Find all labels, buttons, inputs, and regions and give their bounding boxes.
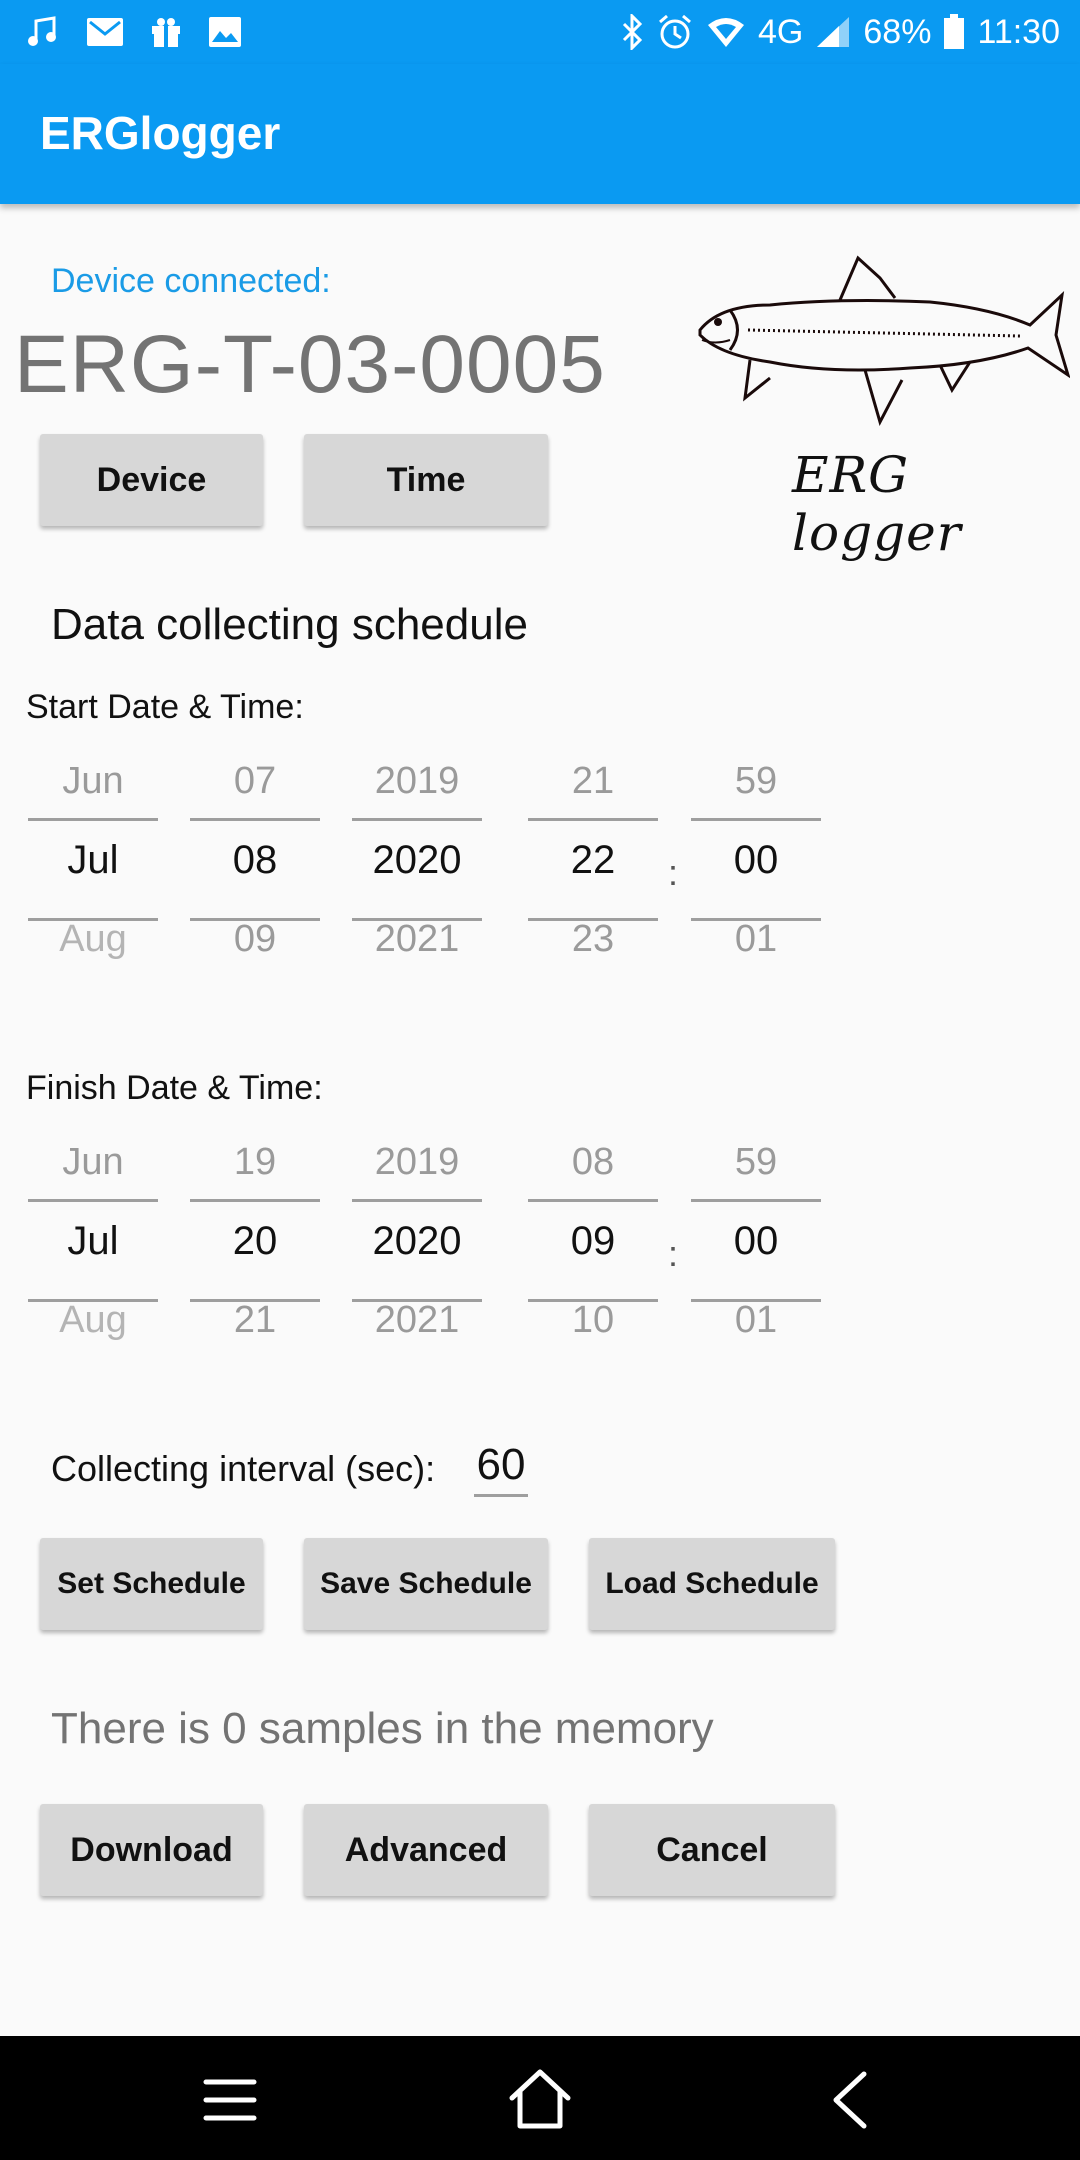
back-icon[interactable] xyxy=(810,2060,890,2140)
finish-year-picker[interactable]: 2019 2020 2021 xyxy=(352,1133,482,1353)
start-hour-next[interactable]: 23 xyxy=(528,918,658,961)
picker-divider xyxy=(352,818,482,821)
time-button[interactable]: Time xyxy=(304,434,548,526)
start-minute-picker[interactable]: 59 00 01 xyxy=(691,752,821,972)
finish-day-prev[interactable]: 19 xyxy=(190,1141,320,1184)
time-separator: : xyxy=(668,852,679,893)
app-title: ERGlogger xyxy=(40,107,281,159)
system-icons: 4G 68% 11:30 xyxy=(620,8,1060,56)
menu-icon[interactable] xyxy=(190,2060,270,2140)
picker-divider xyxy=(190,818,320,821)
signal-icon xyxy=(815,15,851,49)
battery-icon xyxy=(943,14,965,50)
picker-divider xyxy=(691,818,821,821)
save-schedule-button[interactable]: Save Schedule xyxy=(304,1538,548,1630)
set-schedule-button[interactable]: Set Schedule xyxy=(40,1538,263,1630)
download-button[interactable]: Download xyxy=(40,1804,263,1896)
gift-icon xyxy=(150,16,182,48)
finish-month-prev[interactable]: Jun xyxy=(28,1141,158,1184)
interval-label: Collecting interval (sec): xyxy=(51,1448,436,1489)
notification-icons xyxy=(26,10,242,54)
time-separator: : xyxy=(668,1233,679,1274)
start-month-picker[interactable]: Jun Jul Aug xyxy=(28,752,158,972)
start-hour-picker[interactable]: 21 22 23 xyxy=(528,752,658,972)
memory-status: There is 0 samples in the memory xyxy=(51,1704,714,1753)
start-year-next[interactable]: 2021 xyxy=(352,918,482,961)
interval-input[interactable]: 60 xyxy=(474,1440,528,1497)
picker-divider xyxy=(190,1199,320,1202)
start-day-prev[interactable]: 07 xyxy=(190,760,320,803)
start-month-value[interactable]: Jul xyxy=(28,838,158,883)
finish-month-picker[interactable]: Jun Jul Aug xyxy=(28,1133,158,1353)
status-bar: 4G 68% 11:30 xyxy=(0,0,1080,64)
finish-minute-next[interactable]: 01 xyxy=(691,1299,821,1342)
device-button[interactable]: Device xyxy=(40,434,263,526)
advanced-button[interactable]: Advanced xyxy=(304,1804,548,1896)
start-day-next[interactable]: 09 xyxy=(190,918,320,961)
finish-hour-picker[interactable]: 08 09 10 xyxy=(528,1133,658,1353)
start-year-value[interactable]: 2020 xyxy=(352,838,482,883)
music-icon xyxy=(26,15,60,49)
picker-divider xyxy=(28,1199,158,1202)
start-month-prev[interactable]: Jun xyxy=(28,760,158,803)
start-year-picker[interactable]: 2019 2020 2021 xyxy=(352,752,482,972)
finish-year-prev[interactable]: 2019 xyxy=(352,1141,482,1184)
finish-hour-next[interactable]: 10 xyxy=(528,1299,658,1342)
start-minute-prev[interactable]: 59 xyxy=(691,760,821,803)
image-icon xyxy=(208,16,242,48)
finish-month-next[interactable]: Aug xyxy=(28,1299,158,1342)
picker-divider xyxy=(28,818,158,821)
clock-time: 11:30 xyxy=(977,12,1060,51)
device-id: ERG-T-03-0005 xyxy=(14,319,606,410)
wifi-icon xyxy=(706,15,746,49)
start-year-prev[interactable]: 2019 xyxy=(352,760,482,803)
finish-hour-prev[interactable]: 08 xyxy=(528,1141,658,1184)
finish-day-value[interactable]: 20 xyxy=(190,1219,320,1264)
bluetooth-icon xyxy=(620,14,644,50)
home-icon[interactable] xyxy=(500,2060,580,2140)
start-minute-value[interactable]: 00 xyxy=(691,838,821,883)
battery-percent: 68% xyxy=(863,12,932,51)
finish-year-value[interactable]: 2020 xyxy=(352,1219,482,1264)
start-datetime-label: Start Date & Time: xyxy=(26,688,304,726)
logo-text: ERG logger xyxy=(792,446,962,562)
finish-minute-value[interactable]: 00 xyxy=(691,1219,821,1264)
start-hour-value[interactable]: 22 xyxy=(528,838,658,883)
schedule-title: Data collecting schedule xyxy=(51,600,528,649)
app-bar: ERGlogger xyxy=(0,64,1080,204)
load-schedule-button[interactable]: Load Schedule xyxy=(589,1538,835,1630)
finish-hour-value[interactable]: 09 xyxy=(528,1219,658,1264)
navigation-bar xyxy=(0,2036,1080,2160)
picker-divider xyxy=(352,1199,482,1202)
finish-day-next[interactable]: 21 xyxy=(190,1299,320,1342)
network-type: 4G xyxy=(758,12,804,51)
start-day-value[interactable]: 08 xyxy=(190,838,320,883)
start-day-picker[interactable]: 07 08 09 xyxy=(190,752,320,972)
finish-month-value[interactable]: Jul xyxy=(28,1219,158,1264)
fish-logo-icon xyxy=(698,255,1071,427)
start-hour-prev[interactable]: 21 xyxy=(528,760,658,803)
finish-datetime-label: Finish Date & Time: xyxy=(26,1069,323,1107)
start-month-next[interactable]: Aug xyxy=(28,918,158,961)
device-connected-label: Device connected: xyxy=(51,262,331,300)
mail-icon xyxy=(86,17,124,47)
picker-divider xyxy=(528,1199,658,1202)
finish-minute-picker[interactable]: 59 00 01 xyxy=(691,1133,821,1353)
alarm-icon xyxy=(656,13,694,51)
finish-year-next[interactable]: 2021 xyxy=(352,1299,482,1342)
picker-divider xyxy=(528,818,658,821)
start-minute-next[interactable]: 01 xyxy=(691,918,821,961)
picker-divider xyxy=(691,1199,821,1202)
finish-day-picker[interactable]: 19 20 21 xyxy=(190,1133,320,1353)
cancel-button[interactable]: Cancel xyxy=(589,1804,835,1896)
finish-minute-prev[interactable]: 59 xyxy=(691,1141,821,1184)
